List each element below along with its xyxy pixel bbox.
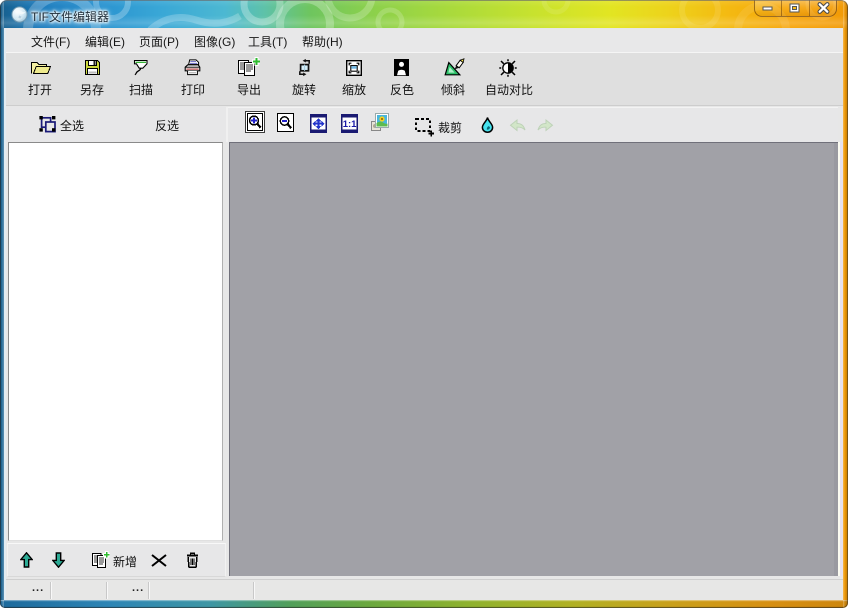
svg-text:1:1: 1:1 [343,119,357,130]
